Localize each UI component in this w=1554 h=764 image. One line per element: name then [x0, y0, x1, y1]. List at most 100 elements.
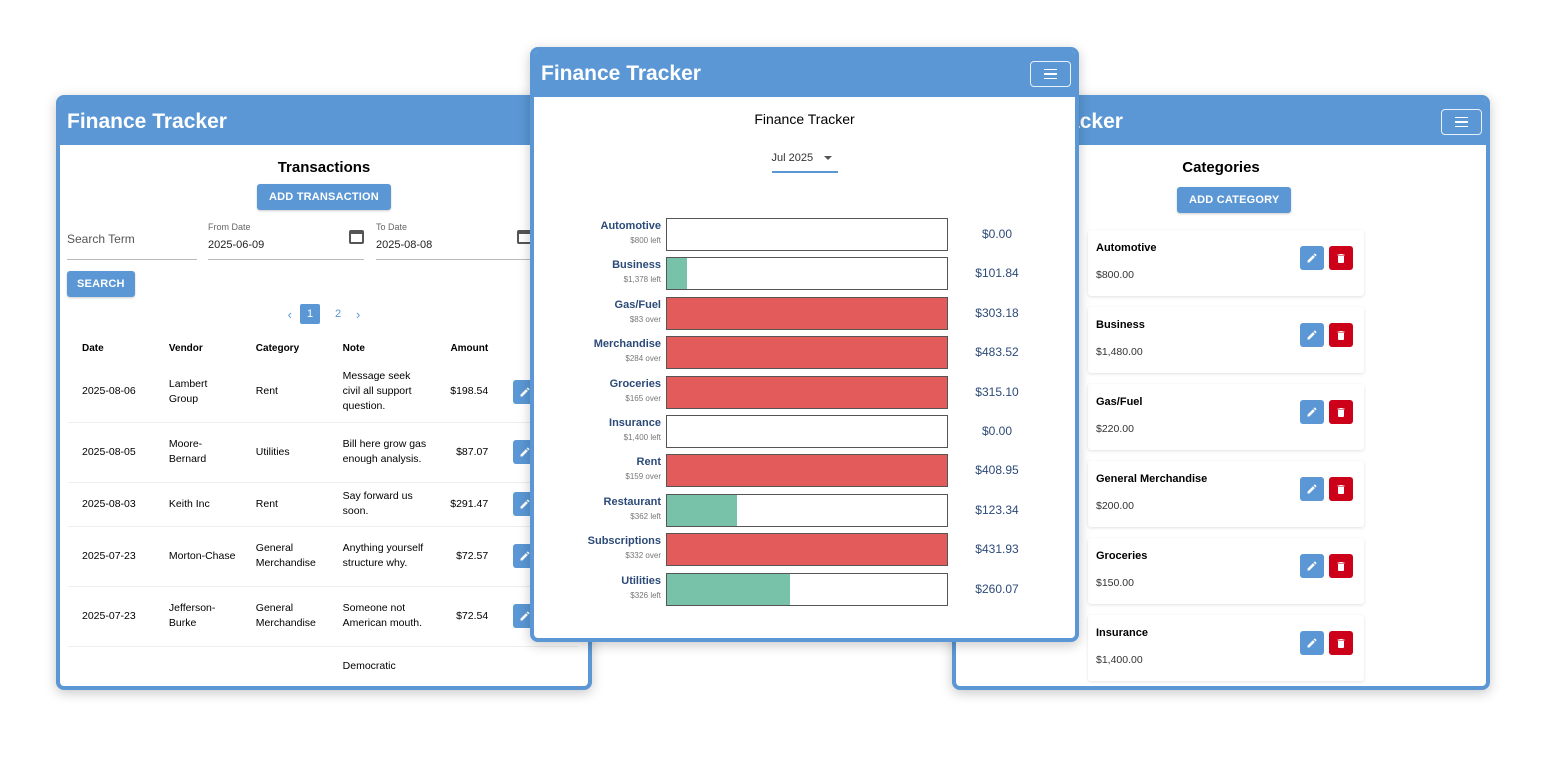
budget-category-name: Automotive — [600, 220, 662, 232]
column-header: Amount — [450, 342, 489, 354]
delete-icon[interactable] — [1329, 400, 1353, 424]
delete-icon[interactable] — [1329, 631, 1353, 655]
category-name: Insurance — [1096, 627, 1148, 639]
table-row: 2025-08-03 Keith Inc Rent Say forward us so… — [68, 482, 578, 527]
table-row: Democratic — [68, 646, 578, 686]
budget-row: Restaurant $362 left $123.34 — [534, 493, 1075, 527]
calendar-icon[interactable] — [349, 230, 364, 244]
to-date-value: 2025-08-08 — [376, 239, 433, 251]
cell-amount — [434, 646, 497, 686]
search-button[interactable]: SEARCH — [67, 271, 135, 297]
month-value: Jul 2025 — [771, 152, 814, 164]
search-input[interactable]: Search Term — [67, 220, 197, 260]
delete-icon[interactable] — [1329, 246, 1353, 270]
budget-progress-bar — [666, 533, 948, 567]
from-date-field[interactable]: From Date 2025-06-09 — [208, 220, 364, 260]
page-2-button[interactable]: 2 — [328, 304, 348, 324]
budget-row: Groceries $165 over $315.10 — [534, 375, 1075, 409]
cell-note: Anything yourself structure why. — [328, 526, 435, 587]
budget-spent: $431.93 — [975, 542, 1019, 557]
table-row: 2025-08-06 Lambert Group Rent Message seek … — [68, 362, 578, 423]
budget-spent: $0.00 — [981, 424, 1013, 438]
cell-date: 2025-07-23 — [68, 526, 155, 587]
budget-remaining: $159 over — [625, 472, 661, 482]
app-bar: Finance Tracker — [60, 99, 588, 145]
cell-category: General Merchandise — [241, 586, 329, 647]
budget-progress-bar — [666, 415, 948, 448]
cell-amount: $72.54 — [434, 586, 497, 647]
budget-category-name: Business — [612, 259, 661, 272]
budget-progress-bar — [666, 257, 948, 291]
budget-spent: $315.10 — [975, 384, 1019, 399]
budget-row: Gas/Fuel $83 over $303.18 — [534, 296, 1075, 330]
app-bar: Finance Tracker — [534, 51, 1075, 97]
budget-row: Business $1,378 left $101.84 — [534, 257, 1075, 291]
budget-progress-bar — [666, 572, 948, 606]
cell-vendor: Keith Inc — [154, 482, 242, 527]
add-transaction-button[interactable]: ADD TRANSACTION — [257, 184, 391, 210]
delete-icon[interactable] — [1329, 477, 1353, 501]
transactions-window: Finance Tracker Transactions ADD TRANSAC… — [56, 95, 592, 690]
prev-page-icon[interactable]: ‹ — [288, 307, 292, 322]
cell-amount: $198.54 — [434, 362, 497, 423]
cell-category: Rent — [241, 362, 329, 423]
to-date-label: To Date — [376, 222, 408, 232]
budget-remaining: $284 over — [625, 354, 661, 364]
menu-button[interactable] — [1441, 109, 1482, 135]
edit-icon[interactable] — [1300, 323, 1324, 347]
table-row: 2025-08-05 Moore-Bernard Utilities Bill her… — [68, 422, 578, 483]
budget-progress-bar — [666, 493, 948, 527]
category-name: Groceries — [1096, 550, 1148, 562]
column-header: Vendor — [168, 342, 203, 354]
app-title: Finance Tracker — [67, 110, 227, 133]
category-name: General Merchandise — [1096, 473, 1208, 485]
cell-amount: $87.07 — [434, 422, 497, 483]
cell-vendor: Moore-Bernard — [154, 422, 242, 483]
budget-spent: $123.34 — [975, 502, 1019, 517]
menu-icon — [1044, 68, 1057, 71]
budget-remaining: $800 left — [630, 236, 661, 245]
category-name: Gas/Fuel — [1096, 396, 1143, 408]
to-date-field[interactable]: To Date 2025-08-08 — [376, 220, 532, 260]
from-date-label: From Date — [208, 222, 251, 232]
filter-bar: Search Term From Date 2025-06-09 To Date… — [60, 220, 588, 297]
cell-date: 2025-08-06 — [68, 362, 155, 423]
app-title: Finance Tracker — [541, 62, 701, 85]
list-item: Insurance $1,400.00 — [1088, 615, 1364, 681]
page-title: Transactions — [277, 159, 371, 176]
budget-progress-bar — [666, 218, 948, 251]
budget-remaining: $362 left — [630, 511, 661, 521]
add-category-button[interactable]: ADD CATEGORY — [1177, 187, 1292, 213]
delete-icon[interactable] — [1329, 323, 1353, 347]
category-name: Business — [1096, 319, 1145, 331]
page-title: Finance Tracker — [754, 111, 855, 127]
budget-remaining: $83 over — [629, 314, 661, 324]
budget-progress-fill — [667, 337, 947, 369]
page-1-button[interactable]: 1 — [300, 304, 320, 324]
category-list: Automotive $800.00 Business $1,480.00 Gas/Fu… — [1088, 230, 1364, 686]
edit-icon[interactable] — [1300, 400, 1324, 424]
budget-progress-bar — [666, 375, 948, 409]
budget-progress-fill — [667, 455, 947, 487]
cell-date: 2025-08-05 — [68, 422, 155, 483]
category-budget: $200.00 — [1096, 500, 1134, 512]
budget-progress-fill — [667, 258, 687, 290]
from-date-value: 2025-06-09 — [208, 239, 265, 251]
edit-icon[interactable] — [1300, 631, 1324, 655]
budget-progress-fill — [667, 376, 947, 408]
edit-icon[interactable] — [1300, 554, 1324, 578]
edit-icon[interactable] — [1300, 246, 1324, 270]
edit-icon[interactable] — [1300, 477, 1324, 501]
budget-progress-fill — [667, 573, 791, 605]
cell-vendor — [154, 646, 242, 686]
cell-vendor: Lambert Group — [154, 362, 242, 423]
cell-amount: $291.47 — [434, 482, 497, 527]
next-page-icon[interactable]: › — [356, 307, 360, 322]
budget-row: Rent $159 over $408.95 — [534, 454, 1075, 488]
delete-icon[interactable] — [1329, 554, 1353, 578]
menu-button[interactable] — [1030, 61, 1071, 87]
budget-category-name: Rent — [636, 456, 661, 469]
month-select[interactable]: Jul 2025 — [771, 149, 838, 173]
transactions-table: Date Vendor Category Note Amount 2025-08… — [68, 334, 578, 686]
pagination: ‹ 1 2 › — [60, 304, 588, 324]
